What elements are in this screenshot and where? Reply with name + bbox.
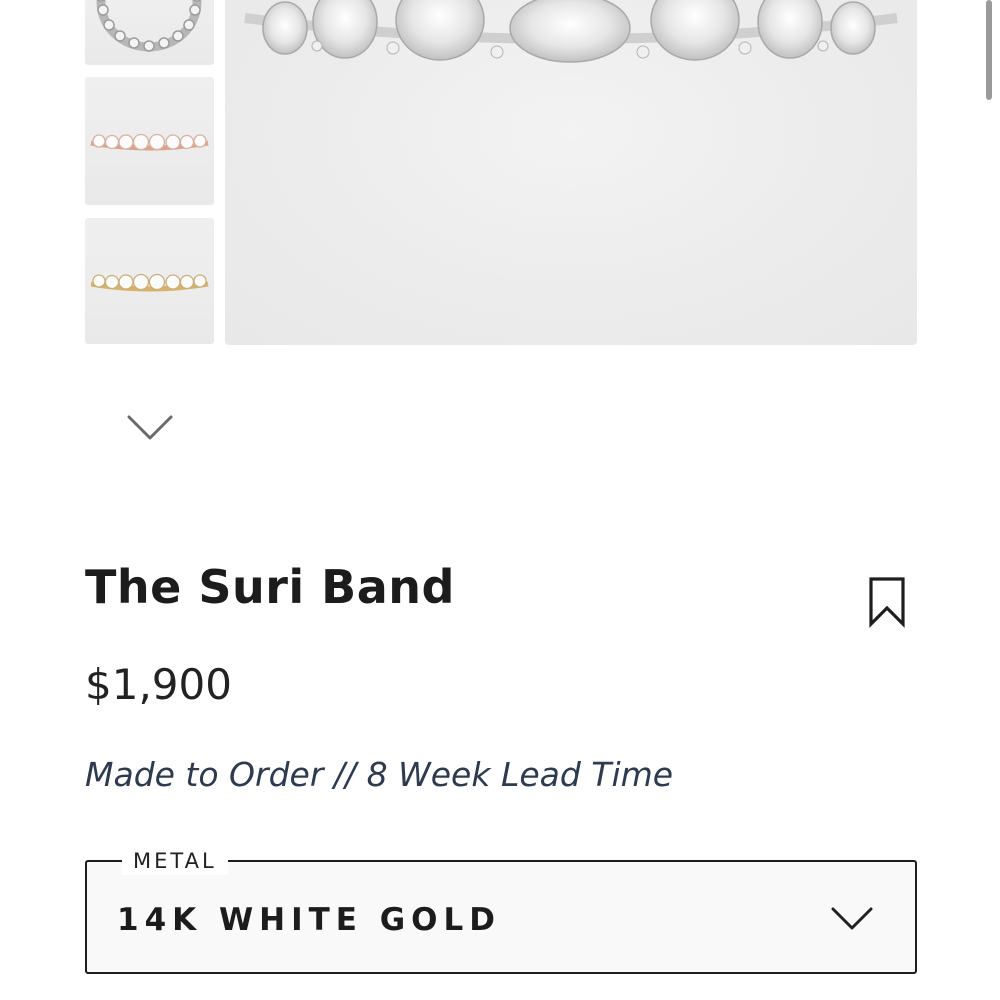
chevron-down-icon: [127, 415, 173, 440]
gallery-scroll-down-button[interactable]: [126, 410, 174, 444]
main-product-image[interactable]: [225, 0, 917, 345]
metal-dropdown-toggle[interactable]: [830, 903, 874, 935]
gallery-thumbnail-rose-gold[interactable]: [85, 77, 214, 205]
white-gold-ring-image: [96, 0, 202, 52]
metal-label: METAL: [122, 847, 228, 875]
product-price: $1,900: [85, 660, 232, 709]
yellow-gold-ring-image: [90, 273, 209, 292]
gallery-thumbnail-white-gold[interactable]: [85, 0, 214, 65]
chevron-down-icon: [831, 907, 873, 930]
gallery-thumbnail-yellow-gold[interactable]: [85, 218, 214, 344]
product-title: The Suri Band: [85, 560, 455, 614]
product-page: The Suri Band $1,900 Made to Order // 8 …: [0, 0, 1000, 1000]
page-scrollbar[interactable]: [986, 0, 992, 100]
rose-gold-ring-image: [90, 133, 209, 151]
bookmark-icon: [869, 577, 905, 628]
bookmark-button[interactable]: [866, 575, 908, 629]
ring-diamonds-image: [244, 0, 898, 63]
metal-selected-value[interactable]: 14K WHITE GOLD: [117, 902, 501, 938]
lead-time-note: Made to Order // 8 Week Lead Time: [85, 755, 674, 794]
